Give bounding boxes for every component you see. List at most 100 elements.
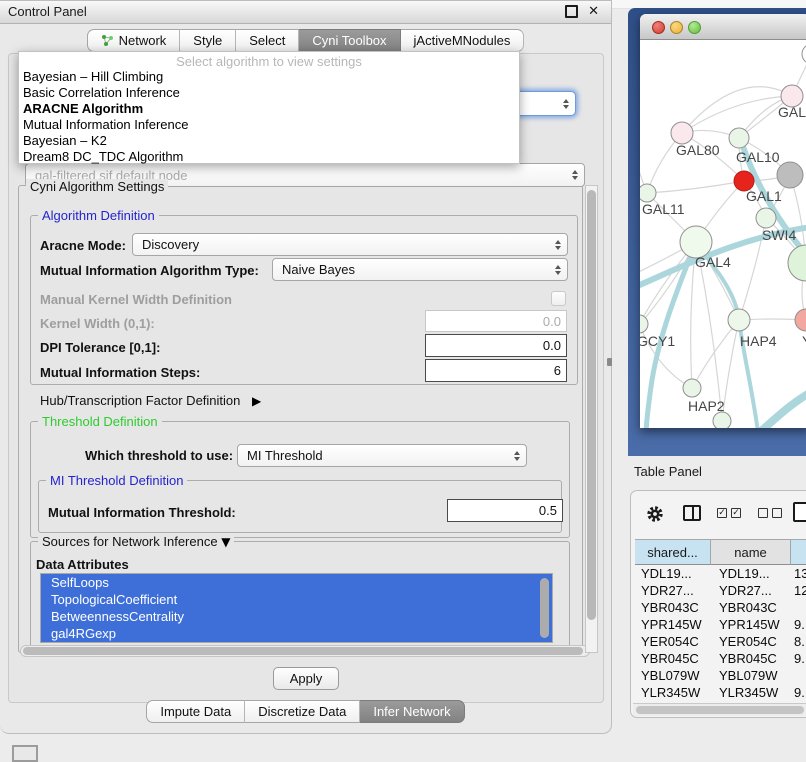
unchecked-checkbox-icon	[758, 508, 768, 518]
network-node-label: HAP2	[688, 398, 725, 414]
tab-select[interactable]: Select	[236, 29, 299, 52]
settings-vertical-scrollbar[interactable]	[585, 185, 598, 653]
network-canvas[interactable]: GALGAL80GAL10GAL1GAL11SWI4GAL4GCY1HAP4YH…	[640, 40, 806, 428]
network-node-GAL80[interactable]	[671, 122, 693, 144]
select-all-columns-icon[interactable]: ✓ ✓	[717, 508, 741, 518]
minimize-window-button[interactable]	[670, 21, 683, 34]
combo-stepper-icon	[514, 451, 520, 461]
hub-definition-toggle[interactable]: Hub/Transcription Factor Definition ▶	[40, 393, 261, 408]
table-cell: YDR27...	[635, 582, 711, 599]
data-attribute-item[interactable]: SelfLoops	[41, 574, 552, 591]
which-threshold-combo[interactable]: MI Threshold	[237, 444, 527, 467]
kernel-width-label: Kernel Width (0,1):	[40, 316, 155, 331]
network-edge	[682, 96, 792, 133]
table-scrollbar-thumb[interactable]	[636, 706, 804, 714]
network-node-HAP4[interactable]	[728, 309, 750, 331]
columns-icon[interactable]	[683, 505, 701, 521]
table-cell: 9.	[791, 616, 806, 633]
panel-divider-grip[interactable]	[607, 358, 612, 366]
network-node-label: GAL4	[695, 254, 731, 270]
table-row[interactable]: YBL079WYBL079W	[635, 667, 806, 684]
table-row[interactable]: YPR145WYPR145W9.	[635, 616, 806, 633]
network-node[interactable]	[713, 412, 731, 428]
table-row[interactable]: YDL19...YDL19...13	[635, 565, 806, 582]
network-node-GAL11[interactable]	[640, 184, 656, 202]
table-horizontal-scrollbar[interactable]	[633, 703, 806, 716]
network-node-label: Y	[802, 333, 806, 349]
minimized-panel-icon[interactable]	[12, 745, 38, 762]
tab-jactivemnodules[interactable]: jActiveMNodules	[401, 29, 525, 52]
dpi-tolerance-value: 0.0	[543, 338, 561, 353]
network-node-SWI4[interactable]	[756, 208, 776, 228]
settings-scrollbar-thumb[interactable]	[587, 190, 596, 620]
table-row[interactable]: YBR043CYBR043C	[635, 599, 806, 616]
deselect-all-columns-icon[interactable]	[758, 508, 782, 518]
mi-type-combo[interactable]: Naive Bayes	[272, 258, 568, 281]
close-icon[interactable]: ✕	[588, 5, 599, 18]
gear-icon[interactable]	[646, 505, 664, 528]
expand-right-icon[interactable]: ▶	[252, 394, 261, 408]
algorithm-option-0[interactable]: Bayesian – Hill Climbing	[19, 69, 519, 85]
float-window-icon[interactable]	[565, 5, 578, 18]
mi-threshold-field[interactable]: 0.5	[447, 499, 563, 522]
data-attribute-item[interactable]: TopologicalCoefficient	[41, 591, 552, 608]
sources-legend[interactable]: Sources for Network Inference ▼	[38, 534, 234, 549]
control-panel-titlebar: Control Panel ✕	[0, 1, 611, 24]
table-cell: YBR043C	[711, 599, 791, 616]
table-row[interactable]: YDR27...YDR27...12	[635, 582, 806, 599]
bottom-tab-discretize-data[interactable]: Discretize Data	[245, 700, 360, 723]
dpi-tolerance-field[interactable]: 0.0	[425, 334, 567, 357]
tab-network[interactable]: Network	[87, 29, 181, 52]
apply-button[interactable]: Apply	[273, 667, 339, 690]
horizontal-scrollbar-thumb[interactable]	[23, 647, 583, 655]
combo-stepper-icon	[563, 99, 569, 109]
bottom-tab-bar: Impute DataDiscretize Data Infer Network	[0, 700, 611, 723]
tab-label: Infer Network	[373, 704, 450, 719]
network-node-HAP2[interactable]	[683, 379, 701, 397]
algorithm-option-4[interactable]: Bayesian – K2	[19, 133, 519, 149]
column-header-hidden[interactable]	[791, 539, 806, 565]
data-attribute-item[interactable]: BetweennessCentrality	[41, 608, 552, 625]
column-header-name[interactable]: name	[711, 539, 791, 565]
checked-checkbox-icon: ✓	[717, 508, 727, 518]
data-attribute-item[interactable]: gal4RGexp	[41, 625, 552, 642]
table-row[interactable]: YBR045CYBR045C9.	[635, 650, 806, 667]
list-scrollbar-thumb[interactable]	[540, 578, 549, 638]
manual-kernel-checkbox[interactable]	[551, 291, 566, 306]
close-window-button[interactable]	[652, 21, 665, 34]
algorithm-option-3[interactable]: Mutual Information Inference	[19, 117, 519, 133]
table-cell	[791, 599, 806, 616]
network-node-Y[interactable]	[795, 309, 806, 331]
column-header-shared...[interactable]: shared...	[635, 539, 711, 565]
network-node-GCY1[interactable]	[640, 315, 648, 333]
aracne-mode-combo[interactable]: Discovery	[132, 233, 568, 256]
network-node[interactable]	[777, 162, 803, 188]
data-attributes-list[interactable]: SelfLoopsTopologicalCoefficientBetweenne…	[40, 573, 553, 643]
algorithm-option-1[interactable]: Basic Correlation Inference	[19, 85, 519, 101]
network-node-GAL10[interactable]	[729, 128, 749, 148]
bottom-tab-infer-network[interactable]: Infer Network	[360, 700, 464, 723]
bottom-tab-impute-data[interactable]: Impute Data	[146, 700, 245, 723]
document-icon[interactable]	[793, 502, 806, 522]
tab-style[interactable]: Style	[180, 29, 236, 52]
table-row[interactable]: YLR345WYLR345W9.	[635, 684, 806, 701]
node-table: shared...name YDL19...YDL19...13YDR27...…	[635, 539, 806, 718]
table-cell: YLR345W	[635, 684, 711, 701]
network-node[interactable]	[788, 245, 806, 281]
tab-cyni-toolbox[interactable]: Cyni Toolbox	[299, 29, 400, 52]
which-threshold-label: Which threshold to use:	[85, 448, 233, 463]
mi-steps-field[interactable]: 6	[425, 359, 567, 382]
zoom-window-button[interactable]	[688, 21, 701, 34]
table-row[interactable]: YER054CYER054C8.	[635, 633, 806, 650]
kernel-width-field[interactable]: 0.0	[425, 310, 567, 332]
tab-label: Style	[193, 33, 222, 48]
horizontal-scrollbar[interactable]	[20, 645, 590, 657]
table-cell: YLR345W	[711, 684, 791, 701]
table-panel-card: ✓ ✓ shared...name YDL19...YDL19...13YDR2…	[630, 490, 806, 718]
algorithm-option-5[interactable]: Dream8 DC_TDC Algorithm	[19, 149, 519, 165]
network-node[interactable]	[802, 44, 806, 64]
network-node-label: GAL1	[746, 188, 782, 204]
network-node-label: GAL10	[736, 149, 780, 165]
algorithm-option-2[interactable]: ARACNE Algorithm	[19, 101, 519, 117]
collapse-down-icon[interactable]: ▼	[221, 535, 230, 549]
